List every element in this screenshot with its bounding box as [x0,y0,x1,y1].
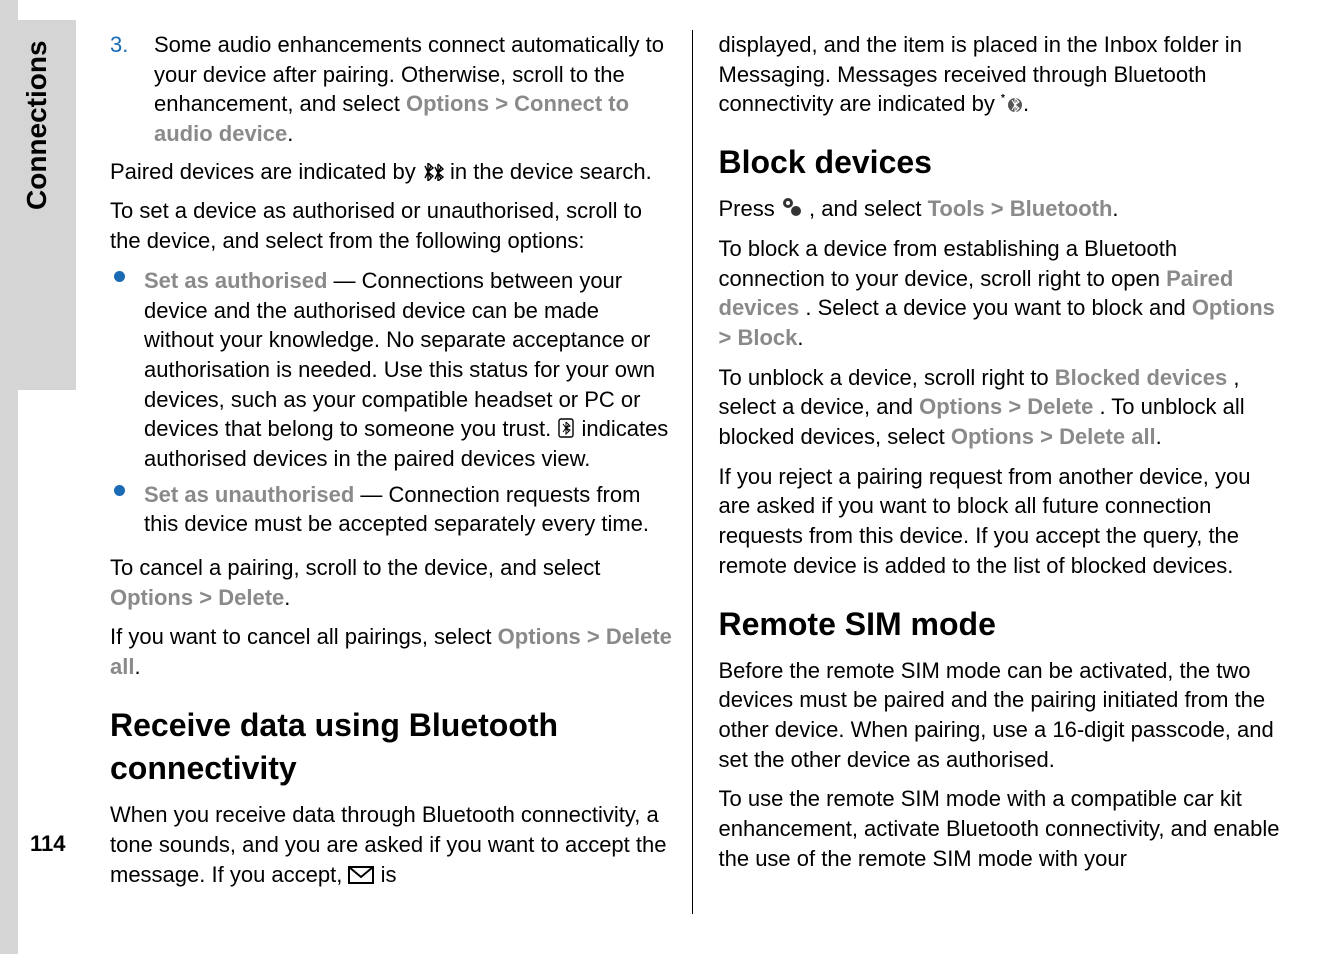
bullet-set-authorised: Set as authorised — Connections between … [110,266,674,474]
left-margin-stripe [0,0,18,954]
period: . [1156,424,1162,449]
menu-separator: > [495,91,508,116]
text: displayed, and the item is placed in the… [719,32,1242,116]
period: . [284,585,290,610]
menu-separator: > [587,624,600,649]
auth-intro: To set a device as authorised or unautho… [110,196,674,255]
svg-text:*: * [1001,93,1005,104]
unblock-device-text: To unblock a device, scroll right to Blo… [719,363,1283,452]
bluetooth-paired-icon [422,163,444,181]
envelope-icon [348,866,374,884]
label-set-authorised: Set as authorised [144,268,327,293]
page-number: 114 [30,829,66,859]
text: To cancel a pairing, scroll to the devic… [110,555,600,580]
menu-options: Options [498,624,581,649]
heading-remote-sim: Remote SIM mode [719,603,1283,646]
text: in the device search. [450,159,652,184]
menu-block: Block [737,325,797,350]
right-column: displayed, and the item is placed in the… [692,30,1283,914]
step-number: 3. [110,30,128,60]
text: , and select [809,196,928,221]
authorised-device-icon [557,418,575,438]
menu-separator: > [991,196,1004,221]
period: . [287,121,293,146]
bluetooth-message-icon: * [1001,93,1023,113]
period: . [1023,91,1029,116]
menu-options: Options [406,91,489,116]
remote-sim-p1: Before the remote SIM mode can be activa… [719,656,1283,775]
menu-bluetooth: Bluetooth [1010,196,1113,221]
menu-options: Options [919,394,1002,419]
cancel-pairing-text: To cancel a pairing, scroll to the devic… [110,553,674,612]
menu-delete-all: Delete all [1059,424,1156,449]
menu-separator: > [199,585,212,610]
text: is [381,862,397,887]
continuation-text: displayed, and the item is placed in the… [719,30,1283,119]
block-press-text: Press , and select Tools > Bluetooth. [719,194,1283,224]
reject-pairing-text: If you reject a pairing request from ano… [719,462,1283,581]
menu-options: Options [1192,295,1275,320]
period: . [134,654,140,679]
bullet-icon [114,271,125,282]
text: Paired devices are indicated by [110,159,422,184]
paired-indicator-text: Paired devices are indicated by in the d… [110,157,674,187]
menu-separator: > [1008,394,1021,419]
remote-sim-p2: To use the remote SIM mode with a compat… [719,784,1283,873]
menu-separator: > [1040,424,1053,449]
bullet-icon [114,485,125,496]
block-device-text: To block a device from establishing a Bl… [719,234,1283,353]
period: . [797,325,803,350]
heading-block-devices: Block devices [719,141,1283,184]
menu-tools: Tools [928,196,985,221]
left-column: 3. Some audio enhancements connect autom… [110,30,692,914]
cancel-all-pairings-text: If you want to cancel all pairings, sele… [110,622,674,681]
bullet-set-unauthorised: Set as unauthorised — Connection request… [110,480,674,539]
content-columns: 3. Some audio enhancements connect autom… [110,30,1282,914]
menu-delete: Delete [1027,394,1093,419]
section-tab-label: Connections [18,40,56,210]
menu-options: Options [951,424,1034,449]
period: . [1112,196,1118,221]
text: To unblock a device, scroll right to [719,365,1055,390]
text: . Select a device you want to block and [805,295,1191,320]
text: If you want to cancel all pairings, sele… [110,624,498,649]
menu-blocked-devices: Blocked devices [1055,365,1227,390]
step-3: 3. Some audio enhancements connect autom… [110,30,674,149]
menu-delete: Delete [218,585,284,610]
menu-key-icon [781,196,803,218]
text: Press [719,196,781,221]
label-set-unauthorised: Set as unauthorised [144,482,354,507]
menu-separator: > [719,325,732,350]
text: To block a device from establishing a Bl… [719,236,1178,291]
heading-receive-data: Receive data using Bluetooth connectivit… [110,704,674,790]
menu-options: Options [110,585,193,610]
receive-data-text: When you receive data through Bluetooth … [110,800,674,889]
